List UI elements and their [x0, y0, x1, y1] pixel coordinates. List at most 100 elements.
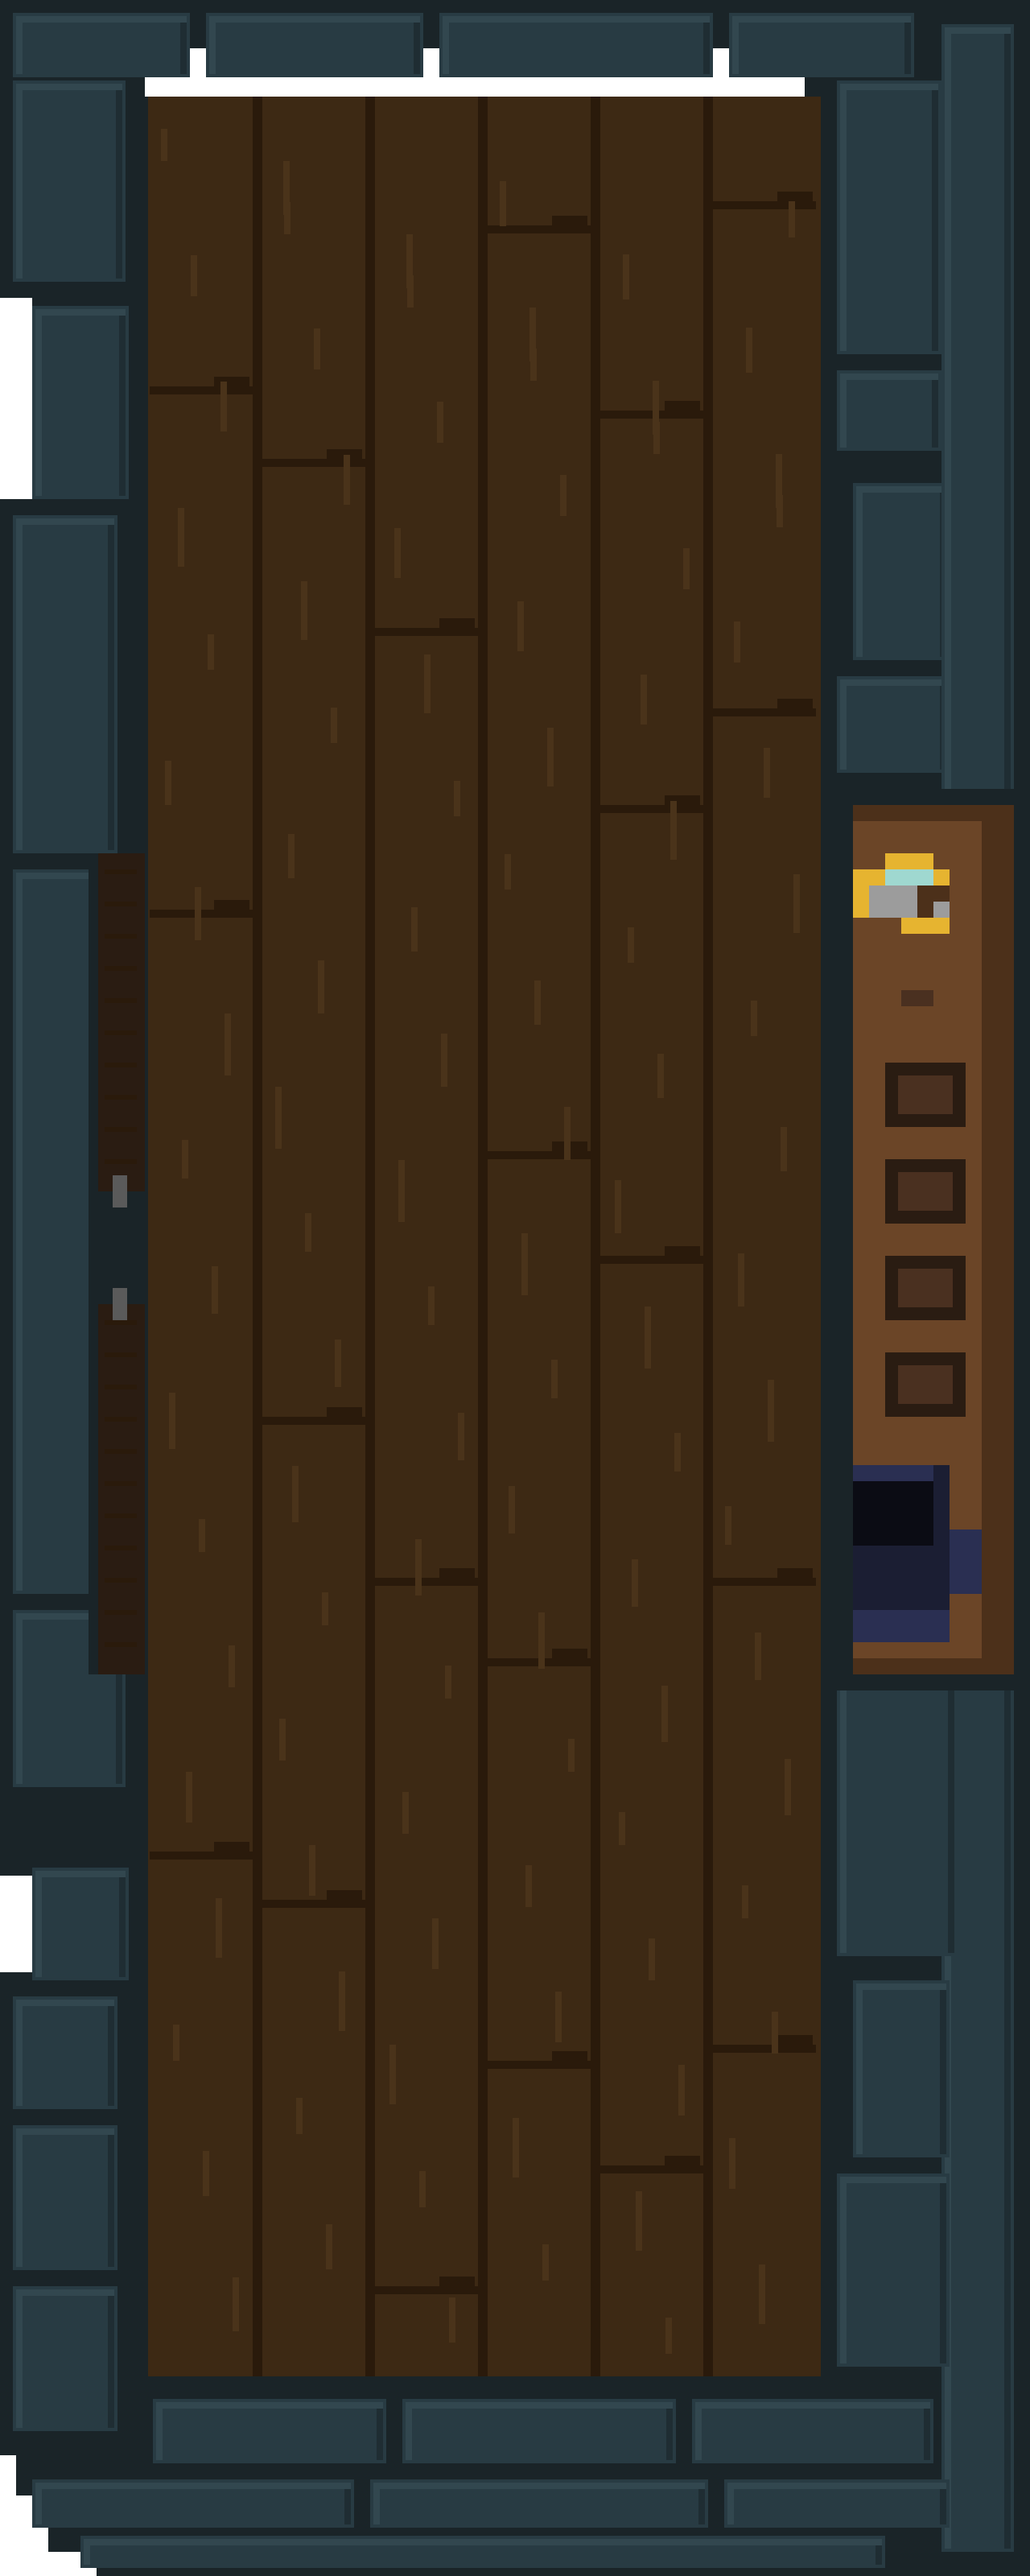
wall-brick-shadow: [924, 2409, 930, 2460]
wall-brick-shadow: [108, 525, 114, 850]
wall-brick-highlight: [406, 2402, 412, 2460]
wall-gap: [0, 298, 32, 499]
wall-brick-shadow: [876, 2545, 882, 2565]
wall-brick-highlight: [16, 2289, 114, 2296]
floor-grain: [441, 1034, 447, 1087]
floor-grain: [229, 1645, 235, 1687]
floor-grain: [513, 2118, 519, 2178]
floor-grain: [169, 1393, 175, 1449]
floor-plank-joint: [262, 1417, 365, 1425]
wall-brick-highlight: [443, 16, 710, 23]
door-plank-line: [105, 1578, 137, 1583]
floor-grain: [538, 1612, 545, 1669]
ring-band: [885, 853, 933, 869]
wall-brick-highlight: [840, 374, 938, 380]
left-door[interactable]: [89, 853, 145, 1674]
wall-brick-shadow: [948, 1668, 954, 1953]
floor-grain: [632, 1559, 638, 1607]
floor-grain: [326, 2224, 332, 2269]
floor-plank-joint: [214, 1842, 249, 1852]
wall-brick-highlight: [16, 1613, 23, 1784]
floor-grain: [428, 1286, 435, 1325]
floor-grain: [233, 2277, 239, 2331]
floor-grain: [678, 2065, 685, 2116]
wall-brick: [853, 483, 950, 660]
floor-grain: [500, 181, 506, 226]
floor-grain: [742, 1885, 748, 1918]
wall-brick-highlight: [35, 1871, 42, 1977]
floor-grain: [636, 2191, 642, 2251]
floor-grain: [186, 1772, 192, 1823]
floor-grain: [292, 1466, 299, 1522]
floor-grain: [542, 2244, 549, 2281]
floor-plank-joint: [262, 1900, 365, 1908]
wall-brick-highlight: [840, 84, 938, 90]
floor-plank-joint: [439, 1568, 475, 1578]
shelf-slot-inner: [898, 1269, 953, 1307]
wall-brick-highlight: [840, 374, 847, 448]
door-latch: [97, 1191, 145, 1304]
floor-grain: [339, 1971, 345, 2031]
wall-brick-highlight: [840, 1662, 847, 1953]
wall-brick-highlight: [35, 2483, 351, 2489]
wall-brick-highlight: [35, 2483, 42, 2524]
wall-brick-highlight: [16, 873, 23, 1591]
floor-grain: [772, 2012, 778, 2054]
wall-brick: [853, 1980, 950, 2157]
door-stud: [113, 1175, 127, 1208]
door-plank-line: [105, 1417, 137, 1422]
door-plank-line: [105, 1642, 137, 1647]
wall-brick-highlight: [35, 309, 42, 496]
floor-plank-joint: [375, 628, 478, 636]
wall-brick-highlight: [695, 2402, 930, 2409]
wall-gap: [0, 1876, 32, 1972]
floor-plank-joint: [665, 401, 700, 411]
wall-brick-shadow: [119, 1877, 126, 1977]
floor-grain: [525, 1865, 532, 1907]
floor-grain: [314, 328, 320, 369]
floor-grain: [657, 1054, 664, 1098]
floor-plank-joint: [552, 2051, 587, 2061]
ring-setting: [869, 886, 917, 918]
floor-grain: [623, 254, 629, 299]
floor-grain: [555, 1992, 562, 2042]
floor-plank-joint: [150, 1852, 253, 1860]
wall-brick-highlight: [16, 518, 114, 525]
wall-brick-highlight: [727, 2483, 946, 2489]
floor-plank-seam: [591, 97, 600, 2383]
floor-grain: [619, 1812, 625, 1845]
door-plank-line: [105, 1352, 137, 1357]
floor-plank-joint: [665, 795, 700, 805]
floor-plank-joint: [777, 699, 813, 708]
floor-plank-joint: [488, 225, 591, 233]
wall-brick-highlight: [373, 2483, 380, 2524]
wall-brick-highlight: [856, 486, 946, 493]
floor-plank-joint: [214, 900, 249, 910]
wall-brick-shadow: [940, 1990, 946, 2154]
floor-grain: [551, 1360, 558, 1398]
floor-grain: [288, 834, 295, 878]
floor-plank-joint: [439, 2277, 475, 2286]
floor-grain: [305, 1213, 311, 1252]
wall-brick-shadow: [932, 380, 938, 448]
wall-brick-shadow: [108, 2135, 114, 2267]
wall-brick-shadow: [344, 2489, 351, 2524]
wall-brick-highlight: [35, 1871, 126, 1877]
floor-grain: [437, 402, 443, 443]
floor-grain: [203, 2151, 209, 2196]
wall-brick-highlight: [16, 2000, 23, 2106]
floor-grain: [670, 801, 677, 860]
wall-brick-highlight: [16, 2128, 23, 2267]
pot-rim: [853, 1465, 933, 1481]
door-plank-line: [105, 1513, 137, 1518]
floor-plank-seam: [478, 97, 488, 2383]
wall-brick: [837, 370, 941, 451]
floor-grain: [529, 308, 536, 361]
floor-plank-joint: [777, 1568, 813, 1578]
floor-grain: [283, 161, 290, 215]
wall-brick: [837, 1658, 958, 1956]
door-plank-line: [105, 1063, 137, 1067]
door-plank-line: [105, 1610, 137, 1615]
wall-brick-highlight: [16, 84, 122, 90]
floor-grain: [279, 1719, 286, 1761]
